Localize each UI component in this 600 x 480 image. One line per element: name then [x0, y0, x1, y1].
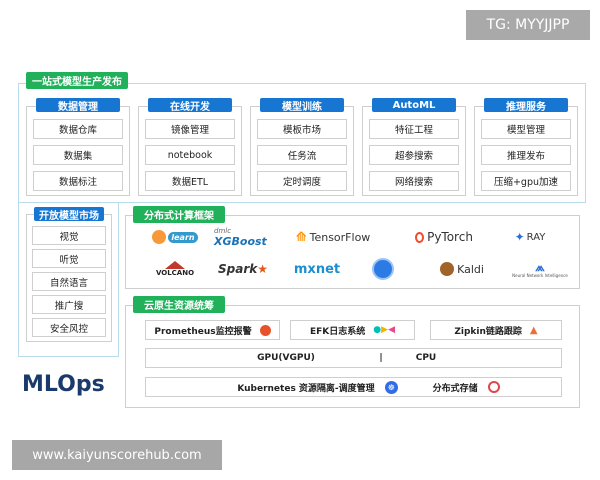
nni-icon: ⩕ — [535, 259, 545, 274]
market-item: 推广搜 — [32, 295, 106, 314]
distributed-tag: 分布式计算框架 — [133, 206, 225, 223]
column-title: 推理服务 — [484, 98, 568, 113]
column-item: 数据仓库 — [33, 119, 123, 139]
column-item: 定时调度 — [257, 171, 347, 191]
sklearn-icon — [152, 230, 167, 244]
volcano-icon — [165, 261, 185, 269]
ray-icon: ✦ — [514, 230, 525, 244]
xgboost-logo: dmlc XGBoost — [214, 226, 267, 248]
column-item: 模型管理 — [481, 119, 571, 139]
efk-icons: ●▶◀ — [373, 325, 395, 335]
column-item: 任务流 — [257, 145, 347, 165]
compute-box: GPU(VGPU) | CPU — [145, 348, 562, 368]
ray-logo: ✦ RAY — [514, 230, 546, 244]
storage-icon — [487, 381, 500, 393]
kubernetes-icon: ☸ — [384, 380, 398, 394]
zipkin-icon: ▲ — [529, 324, 538, 336]
prometheus-box: Prometheus监控报警 — [145, 320, 280, 340]
kaldi-icon — [440, 262, 455, 276]
kubeflow-logo — [368, 257, 398, 281]
watermark-top: TG: MYYJJPP — [466, 10, 590, 40]
column-title: 数据管理 — [36, 98, 120, 113]
kaldi-logo: Kaldi — [432, 258, 492, 280]
kubeflow-icon — [372, 258, 394, 280]
market-item: 视觉 — [32, 226, 106, 245]
column-3: 特征工程超参搜索网络搜索 — [362, 106, 466, 196]
column-title: AutoML — [372, 98, 456, 112]
prometheus-icon — [259, 324, 271, 336]
column-item: 数据集 — [33, 145, 123, 165]
market-item: 听觉 — [32, 249, 106, 268]
market-item: 自然语言 — [32, 272, 106, 291]
column-item: 压缩+gpu加速 — [481, 171, 571, 191]
market-item: 安全风控 — [32, 318, 106, 337]
mxnet-logo: mxnet — [293, 261, 341, 277]
column-2: 模板市场任务流定时调度 — [250, 106, 354, 196]
column-item: 镜像管理 — [145, 119, 235, 139]
column-item: 特征工程 — [369, 119, 459, 139]
spark-icon: ★ — [257, 262, 268, 276]
one-stop-tag: 一站式模型生产发布 — [26, 72, 128, 89]
column-item: 超参搜索 — [369, 145, 459, 165]
pytorch-icon — [415, 231, 425, 243]
column-0: 数据仓库数据集数据标注 — [26, 106, 130, 196]
column-item: 数据ETL — [145, 171, 235, 191]
pytorch-logo: PyTorch — [405, 227, 483, 247]
watermark-bottom: www.kaiyunscorehub.com — [12, 440, 222, 470]
column-4: 模型管理推理发布压缩+gpu加速 — [474, 106, 578, 196]
zipkin-box: Zipkin链路跟踪 ▲ — [430, 320, 562, 340]
sklearn-logo: learn — [145, 227, 205, 247]
model-market-title: 开放模型市场 — [34, 207, 104, 222]
column-title: 在线开发 — [148, 98, 232, 113]
column-title: 模型训练 — [260, 98, 344, 113]
column-item: 数据标注 — [33, 171, 123, 191]
column-item: 网络搜索 — [369, 171, 459, 191]
volcano-logo: VOLCANO — [145, 258, 205, 280]
column-item: notebook — [145, 145, 235, 165]
efk-box: EFK日志系统 ●▶◀ — [290, 320, 415, 340]
column-item: 模板市场 — [257, 119, 347, 139]
k8s-box: Kubernetes 资源隔离-调度管理 ☸ 分布式存储 — [145, 377, 562, 397]
spark-logo: Spark ★ — [218, 262, 268, 276]
cloud-tag: 云原生资源统筹 — [133, 296, 225, 313]
column-item: 推理发布 — [481, 145, 571, 165]
tensorflow-icon: ⟰ — [295, 229, 307, 245]
tensorflow-logo: ⟰ TensorFlow — [295, 229, 371, 245]
brand-title: MLOps — [22, 372, 105, 397]
nni-logo: ⩕ Neural Network Intelligence — [512, 259, 568, 278]
column-1: 镜像管理 notebook 数据ETL — [138, 106, 242, 196]
